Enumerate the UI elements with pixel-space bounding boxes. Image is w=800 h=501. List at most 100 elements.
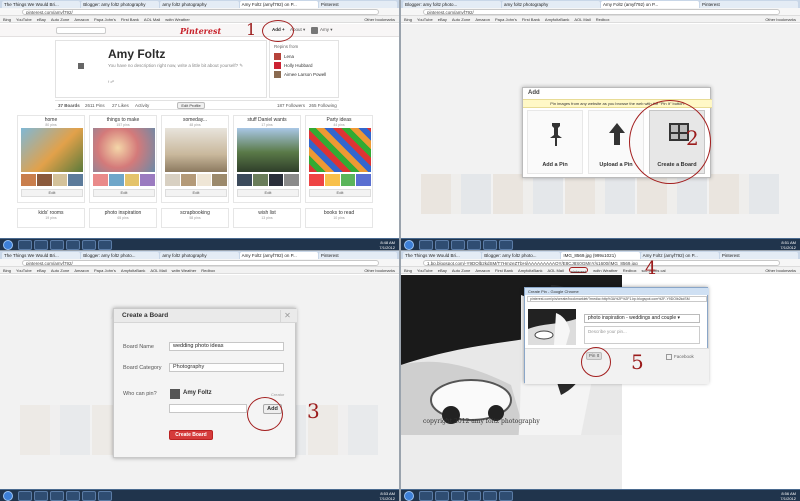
taskbar-app-icon[interactable]: [34, 491, 48, 501]
bookmark[interactable]: eBay: [37, 16, 46, 22]
repin-user[interactable]: Lena: [270, 52, 338, 61]
board-select[interactable]: photo inspiration - weddings and couple …: [584, 314, 700, 323]
repin-user[interactable]: Holly Hubbard: [270, 61, 338, 70]
bookmark[interactable]: wdtn Weather: [593, 267, 618, 273]
taskbar-app-icon[interactable]: [34, 240, 48, 250]
bookmark[interactable]: AOL Mail: [144, 16, 160, 22]
bookmark[interactable]: Bing: [404, 267, 412, 273]
taskbar-app-icon[interactable]: [451, 491, 465, 501]
likes-count[interactable]: 27 Likes: [112, 101, 129, 110]
start-button[interactable]: [3, 491, 13, 501]
bookmark[interactable]: Redbox: [596, 16, 610, 22]
board-edit-button[interactable]: Edit: [93, 189, 155, 197]
taskbar-app-icon[interactable]: [50, 491, 64, 501]
bookmark[interactable]: AOL Mail: [547, 267, 563, 273]
bookmark[interactable]: Auto Zone: [51, 267, 69, 273]
other-bookmarks[interactable]: Other bookmarks: [765, 267, 800, 273]
board-edit-button[interactable]: Edit: [165, 189, 227, 197]
taskbar-app-icon[interactable]: [467, 491, 481, 501]
taskbar-app-icon[interactable]: [419, 240, 433, 250]
tab[interactable]: The Things We Would Bri...: [403, 252, 482, 259]
bookmark[interactable]: YouTube: [16, 267, 32, 273]
boards-count[interactable]: 37 Boards: [58, 101, 80, 110]
board-edit-button[interactable]: Edit: [309, 189, 371, 197]
tab[interactable]: Blogger: amy foltz photo...: [403, 1, 501, 8]
taskbar-app-icon[interactable]: [435, 491, 449, 501]
bookmark[interactable]: AmyfoltzBank: [518, 267, 542, 273]
taskbar-chrome-icon[interactable]: [483, 491, 497, 501]
user-menu[interactable]: Amy ▾: [320, 27, 333, 33]
taskbar-app-icon[interactable]: [66, 491, 80, 501]
pin-description-input[interactable]: Describe your pin...: [584, 326, 700, 344]
add-a-pin-option[interactable]: Add a Pin: [527, 110, 583, 174]
bookmark[interactable]: eBay: [438, 16, 447, 22]
url-field[interactable]: pinterest.com/amyf792/: [22, 260, 379, 266]
bookmark[interactable]: Amazon: [74, 267, 89, 273]
pinterest-logo[interactable]: Pinterest: [180, 26, 221, 36]
taskbar-app-icon[interactable]: [98, 491, 112, 501]
bookmark[interactable]: AOL Mail: [574, 16, 590, 22]
start-button[interactable]: [404, 240, 414, 250]
bookmark[interactable]: Bing: [3, 267, 11, 273]
edit-profile-button[interactable]: Edit Profile: [177, 102, 205, 109]
bookmark[interactable]: eBay: [438, 267, 447, 273]
taskbar-clock[interactable]: 8:53 AM 7/1/2012: [379, 491, 395, 501]
bookmark[interactable]: YouTube: [417, 267, 433, 273]
taskbar-clock[interactable]: 8:56 AM 7/1/2012: [780, 491, 796, 501]
bookmark[interactable]: YouTube: [417, 16, 433, 22]
board-card[interactable]: kids' rooms 19 pins: [17, 208, 85, 228]
url-field[interactable]: pinterest.com/amyf792/: [22, 9, 379, 15]
bookmark[interactable]: Bing: [3, 16, 11, 22]
tab[interactable]: Pinterest: [318, 1, 398, 8]
tab[interactable]: Pinterest: [719, 252, 799, 259]
facebook-checkbox[interactable]: Facebook: [666, 354, 694, 360]
bookmark[interactable]: Bing: [404, 16, 412, 22]
bookmark[interactable]: wdtn Weather: [172, 267, 197, 273]
bookmark[interactable]: Auto Zone: [452, 16, 470, 22]
tab[interactable]: Pinterest: [318, 252, 398, 259]
repin-user[interactable]: Aimee Larson Powell: [270, 70, 338, 79]
board-edit-button[interactable]: Edit: [21, 189, 83, 197]
board-card[interactable]: scrapbooking 58 pins: [161, 208, 229, 228]
close-icon[interactable]: ✕: [280, 310, 294, 322]
taskbar-app-icon[interactable]: [499, 240, 513, 250]
taskbar-clock[interactable]: 8:51 AM 7/1/2012: [780, 240, 796, 250]
url-field[interactable]: 1.bp.blogspot.com/-Y9DOlb2kdSM/T7HmzeZTb…: [423, 260, 780, 266]
taskbar-chrome-icon[interactable]: [82, 491, 96, 501]
bookmark[interactable]: Papa John's: [94, 267, 116, 273]
board-card[interactable]: things to make 157 pins Edit: [89, 115, 157, 203]
start-button[interactable]: [404, 491, 414, 501]
board-edit-button[interactable]: Edit: [237, 189, 299, 197]
board-card[interactable]: wish list 13 pins: [233, 208, 301, 228]
social-icons[interactable]: f ☍: [108, 79, 114, 84]
other-bookmarks[interactable]: Other bookmarks: [364, 267, 399, 273]
tab[interactable]: Blogger: amy foltz photo...: [482, 252, 561, 259]
bookmark[interactable]: AOL Mail: [150, 267, 166, 273]
bookmark[interactable]: First Bank: [121, 16, 139, 22]
bookmark[interactable]: eBay: [37, 267, 46, 273]
board-card[interactable]: Party ideas 44 pins Edit: [305, 115, 373, 203]
tab[interactable]: Blogger: amy foltz photo...: [81, 252, 160, 259]
add-pinner-input[interactable]: [169, 404, 247, 413]
url-field[interactable]: pinterest.com/amyf792/: [423, 9, 780, 15]
tab[interactable]: amy foltz photography: [160, 1, 239, 8]
pins-count[interactable]: 2611 Pins: [85, 101, 105, 110]
bookmark[interactable]: First Bank: [522, 16, 540, 22]
tab-active[interactable]: Amy Foltz (amyf792) on P...: [239, 1, 318, 8]
followers-count[interactable]: 187 Followers: [277, 101, 305, 110]
bookmark[interactable]: wdtn Weather: [165, 16, 190, 22]
tab[interactable]: Blogger: amy foltz photography: [81, 1, 160, 8]
create-board-button[interactable]: Create Board: [169, 430, 213, 440]
pinterest-bookmarklet[interactable]: pinterest: [568, 267, 589, 273]
tab[interactable]: amy foltz photography: [502, 1, 600, 8]
bookmark[interactable]: Amazon: [475, 267, 490, 273]
taskbar-app-icon[interactable]: [451, 240, 465, 250]
bookmark[interactable]: Auto Zone: [452, 267, 470, 273]
bookmark[interactable]: AmyfoltzBank: [545, 16, 569, 22]
board-card[interactable]: photo inspiration 65 pins: [89, 208, 157, 228]
bookmark[interactable]: Amazon: [475, 16, 490, 22]
tab[interactable]: Pinterest: [700, 1, 798, 8]
taskbar-app-icon[interactable]: [467, 240, 481, 250]
following-count[interactable]: 265 Following: [309, 101, 337, 110]
search-input[interactable]: [56, 27, 106, 34]
